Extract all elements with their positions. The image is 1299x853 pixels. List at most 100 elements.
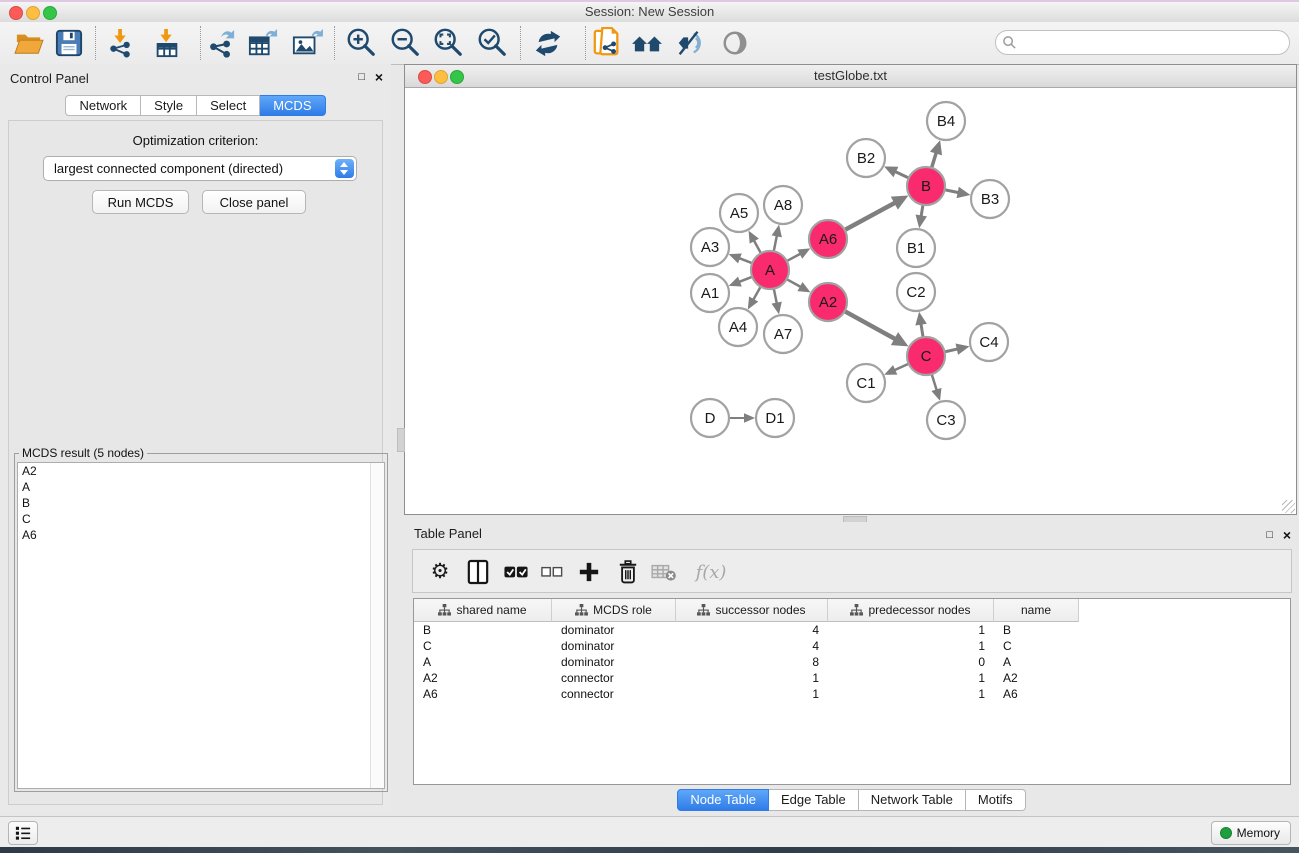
- refresh-icon[interactable]: [531, 27, 565, 59]
- network-minimize-traffic-light[interactable]: [434, 70, 448, 84]
- zoom-out-icon[interactable]: [388, 27, 422, 59]
- zoom-fit-icon[interactable]: [431, 27, 465, 59]
- network-zoom-traffic-light[interactable]: [450, 70, 464, 84]
- network-close-traffic-light[interactable]: [418, 70, 432, 84]
- vertical-splitter-handle[interactable]: [397, 428, 405, 452]
- close-panel-button[interactable]: Close panel: [202, 190, 306, 214]
- graphics-details-icon[interactable]: [673, 27, 707, 59]
- export-image-icon[interactable]: [290, 27, 324, 59]
- edge-A-A7[interactable]: [774, 289, 777, 304]
- table-row[interactable]: A6connector11A6: [414, 686, 1290, 702]
- node-A5[interactable]: A5: [720, 194, 758, 232]
- edge-B-B1[interactable]: [921, 205, 923, 217]
- tab-network[interactable]: Network: [65, 95, 141, 116]
- gear-icon[interactable]: ⚙: [425, 557, 455, 587]
- node-B2[interactable]: B2: [847, 139, 885, 177]
- column-header-predecessor-nodes[interactable]: predecessor nodes: [828, 599, 994, 622]
- eye-icon[interactable]: [718, 27, 752, 59]
- column-header-name[interactable]: name: [994, 599, 1079, 622]
- mcds-result-item[interactable]: A: [18, 479, 384, 495]
- function-builder-icon[interactable]: f(x): [691, 557, 731, 587]
- minimize-traffic-light[interactable]: [26, 6, 40, 20]
- mcds-result-item[interactable]: A6: [18, 527, 384, 543]
- tab-network-table[interactable]: Network Table: [859, 789, 966, 811]
- tab-mcds[interactable]: MCDS: [260, 95, 325, 116]
- node-C1[interactable]: C1: [847, 364, 885, 402]
- node-A4[interactable]: A4: [719, 308, 757, 346]
- node-C3[interactable]: C3: [927, 401, 965, 439]
- column-header-mcds-role[interactable]: MCDS role: [552, 599, 676, 622]
- node-A2[interactable]: A2: [809, 283, 847, 321]
- memory-button[interactable]: Memory: [1211, 821, 1291, 845]
- search-input[interactable]: [995, 30, 1290, 55]
- edge-A-A6[interactable]: [787, 254, 801, 261]
- table-row[interactable]: Adominator80A: [414, 654, 1290, 670]
- criterion-select[interactable]: largest connected component (directed): [43, 156, 357, 181]
- table-row[interactable]: Cdominator41C: [414, 638, 1290, 654]
- edge-A-A2[interactable]: [787, 279, 801, 287]
- node-B[interactable]: B: [907, 167, 945, 205]
- edge-A-A3[interactable]: [739, 258, 752, 263]
- network-canvas[interactable]: A A1 A2 A3 A4 A5 A6 A7 A8 B B1 B2 B3 B4 C C1 C2 C3 C4 D D1: [405, 88, 1296, 514]
- save-session-icon[interactable]: [52, 27, 86, 59]
- tab-node-table[interactable]: Node Table: [677, 789, 769, 811]
- export-network-icon[interactable]: [204, 27, 238, 59]
- node-A1[interactable]: A1: [691, 274, 729, 312]
- table-panel-float-icon[interactable]: □: [1266, 528, 1273, 542]
- node-C[interactable]: C: [907, 337, 945, 375]
- zoom-selected-icon[interactable]: [475, 27, 509, 59]
- column-header-shared-name[interactable]: shared name: [414, 599, 552, 622]
- node-A[interactable]: A: [751, 251, 789, 289]
- node-A8[interactable]: A8: [764, 186, 802, 224]
- delete-table-icon[interactable]: [649, 557, 679, 587]
- node-C4[interactable]: C4: [970, 323, 1008, 361]
- node-A3[interactable]: A3: [691, 228, 729, 266]
- edge-B-B3[interactable]: [945, 190, 959, 193]
- zoom-in-icon[interactable]: [344, 27, 378, 59]
- mcds-result-item[interactable]: A2: [18, 463, 384, 479]
- node-A7[interactable]: A7: [764, 315, 802, 353]
- import-table-icon[interactable]: [150, 27, 184, 59]
- task-history-button[interactable]: [8, 821, 38, 845]
- select-all-icon[interactable]: [501, 557, 531, 587]
- table-panel-close-icon[interactable]: ×: [1283, 528, 1291, 542]
- edge-A-A5[interactable]: [754, 240, 761, 253]
- edge-A-A8[interactable]: [774, 235, 777, 251]
- add-row-icon[interactable]: [574, 557, 604, 587]
- trash-icon[interactable]: [613, 557, 643, 587]
- deselect-all-icon[interactable]: [537, 557, 567, 587]
- node-D[interactable]: D: [691, 399, 729, 437]
- mcds-result-item[interactable]: B: [18, 495, 384, 511]
- export-table-icon[interactable]: [246, 27, 280, 59]
- edge-B-B4[interactable]: [932, 153, 937, 168]
- node-B1[interactable]: B1: [897, 229, 935, 267]
- edge-A-A1[interactable]: [739, 277, 752, 282]
- table-row[interactable]: A2connector11A2: [414, 670, 1290, 686]
- home-views-icon[interactable]: [630, 27, 664, 59]
- edge-C-C4[interactable]: [945, 349, 958, 352]
- window-resize-grip[interactable]: [1282, 500, 1295, 513]
- node-D1[interactable]: D1: [756, 399, 794, 437]
- node-B4[interactable]: B4: [927, 102, 965, 140]
- close-traffic-light[interactable]: [9, 6, 23, 20]
- edge-C-C1[interactable]: [894, 364, 908, 370]
- network-window-titlebar[interactable]: testGlobe.txt: [405, 65, 1296, 88]
- import-network-icon[interactable]: [104, 27, 138, 59]
- node-C2[interactable]: C2: [897, 273, 935, 311]
- edge-C-C3[interactable]: [932, 374, 937, 390]
- column-header-successor-nodes[interactable]: successor nodes: [676, 599, 828, 622]
- node-B3[interactable]: B3: [971, 180, 1009, 218]
- edge-A-A4[interactable]: [753, 287, 761, 300]
- tab-edge-table[interactable]: Edge Table: [769, 789, 859, 811]
- tab-select[interactable]: Select: [197, 95, 260, 116]
- edge-C-C2[interactable]: [921, 324, 923, 338]
- duplicate-network-icon[interactable]: [590, 27, 624, 59]
- control-panel-float-icon[interactable]: □: [358, 70, 365, 84]
- edge-B-B2[interactable]: [895, 172, 909, 178]
- open-session-icon[interactable]: [12, 27, 46, 59]
- mcds-list-scrollbar[interactable]: [370, 463, 384, 788]
- zoom-traffic-light[interactable]: [43, 6, 57, 20]
- run-mcds-button[interactable]: Run MCDS: [92, 190, 189, 214]
- node-A6[interactable]: A6: [809, 220, 847, 258]
- tab-motifs[interactable]: Motifs: [966, 789, 1026, 811]
